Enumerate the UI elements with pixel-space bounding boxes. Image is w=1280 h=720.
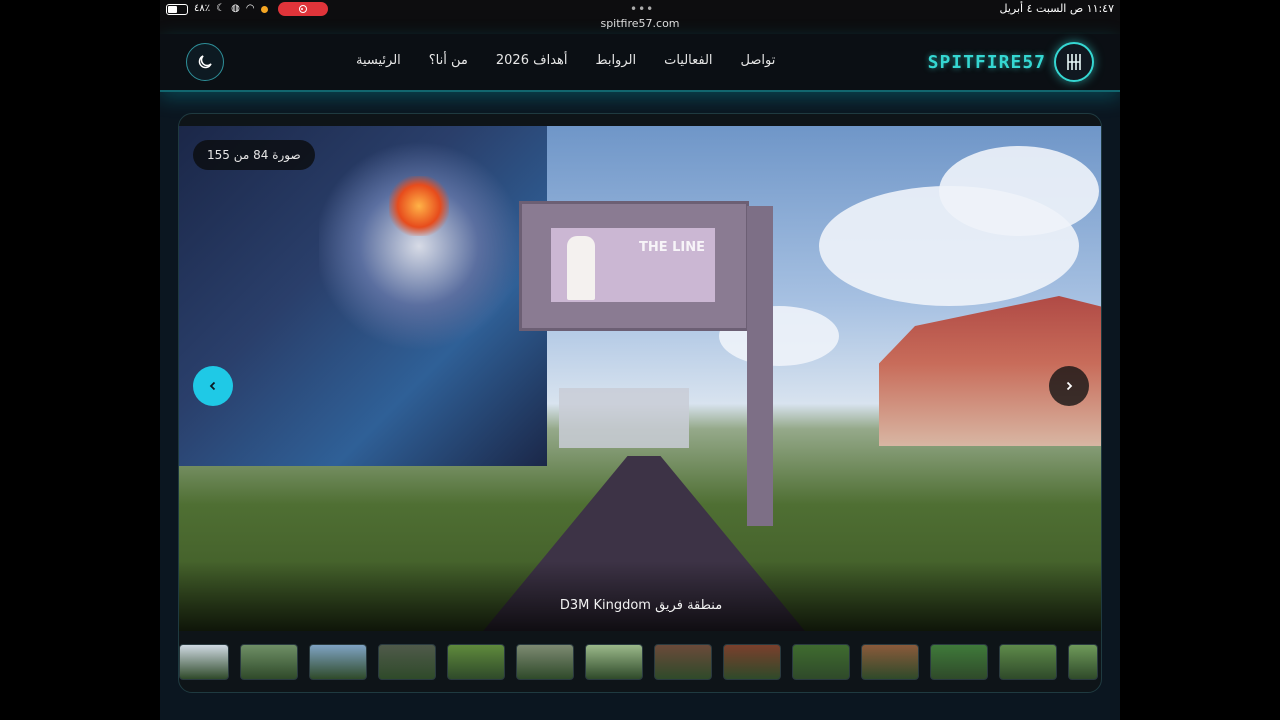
brand-name: SPITFIRE57: [927, 51, 1046, 73]
distant-castle: [559, 388, 689, 448]
billboard-post: [747, 206, 773, 526]
wall-lights: [389, 176, 449, 236]
brand-logo-icon: [1054, 42, 1094, 82]
gallery-thumbnail[interactable]: [179, 644, 229, 680]
moon-icon: ☾: [216, 3, 226, 14]
nav-link-contact[interactable]: تواصل: [741, 53, 776, 68]
thumbnail-strip: [179, 644, 1101, 682]
billboard-figure: [567, 236, 595, 300]
gallery-thumbnail[interactable]: [309, 644, 367, 680]
gallery-thumbnail[interactable]: [516, 644, 574, 680]
multitask-dots[interactable]: •••: [630, 2, 654, 16]
billboard: THE LINE: [551, 228, 715, 302]
gallery-thumbnail[interactable]: [792, 644, 850, 680]
wall-artwork: [319, 136, 519, 356]
gallery-thumbnail[interactable]: [447, 644, 505, 680]
image-caption: منطقة فريق D3M Kingdom: [559, 598, 723, 613]
screen: ٤٨٪ ☾ ◍ ◠ ••• ١١:٤٧ ص السبت ٤ أبريل spit…: [0, 0, 1280, 720]
chevron-right-icon: [1066, 381, 1073, 391]
wifi-icon: ◠: [245, 3, 255, 14]
cloud: [939, 146, 1099, 236]
gallery-thumbnail[interactable]: [999, 644, 1057, 680]
gallery-thumbnail[interactable]: [585, 644, 643, 680]
chevron-left-icon: [209, 381, 216, 391]
brand[interactable]: SPITFIRE57: [928, 42, 1094, 82]
photo-gallery: THE LINE منطقة فريق D3M Kingdom صورة 84 …: [178, 113, 1102, 693]
previous-image-button[interactable]: [193, 366, 233, 406]
nav-link-about[interactable]: من أنا؟: [429, 53, 468, 68]
pixel-art-wall: [179, 126, 547, 466]
record-icon: [298, 5, 307, 13]
mic-indicator-icon: [260, 5, 268, 13]
caption-overlay: [179, 561, 1101, 631]
image-counter: صورة 84 من 155: [193, 140, 315, 170]
browser-window: ٤٨٪ ☾ ◍ ◠ ••• ١١:٤٧ ص السبت ٤ أبريل spit…: [160, 0, 1120, 720]
gallery-thumbnail[interactable]: [930, 644, 988, 680]
nav-link-goals-2026[interactable]: أهداف 2026: [496, 53, 568, 68]
battery-icon: [166, 3, 188, 15]
nav-link-home[interactable]: الرئيسية: [356, 53, 401, 68]
status-bar: ٤٨٪ ☾ ◍ ◠ ••• ١١:٤٧ ص السبت ٤ أبريل spit…: [160, 0, 1120, 34]
gallery-thumbnail[interactable]: [723, 644, 781, 680]
gallery-thumbnail[interactable]: [1068, 644, 1098, 680]
battery-percent: ٤٨٪: [194, 3, 211, 14]
gallery-main-image[interactable]: THE LINE منطقة فريق D3M Kingdom صورة 84 …: [179, 126, 1101, 631]
gallery-thumbnail[interactable]: [378, 644, 436, 680]
nav-links: الرئيسية من أنا؟ أهداف 2026 الروابط الفع…: [356, 53, 775, 68]
address-bar-url[interactable]: spitfire57.com: [160, 17, 1120, 30]
status-datetime: ١١:٤٧ ص السبت ٤ أبريل: [999, 2, 1114, 15]
screen-recording-indicator[interactable]: [277, 2, 328, 16]
gallery-thumbnail[interactable]: [861, 644, 919, 680]
status-left: ٤٨٪ ☾ ◍ ◠: [166, 2, 328, 16]
lock-rotation-icon: ◍: [231, 3, 240, 14]
billboard-text: THE LINE: [638, 240, 705, 255]
gallery-thumbnail[interactable]: [240, 644, 298, 680]
next-image-button[interactable]: [1049, 366, 1089, 406]
site-navbar: الرئيسية من أنا؟ أهداف 2026 الروابط الفع…: [160, 34, 1120, 92]
gallery-thumbnail[interactable]: [654, 644, 712, 680]
nav-link-links[interactable]: الروابط: [595, 53, 636, 68]
theme-toggle-button[interactable]: [186, 43, 224, 81]
moon-icon: [198, 55, 212, 69]
nav-link-events[interactable]: الفعاليات: [664, 53, 712, 68]
